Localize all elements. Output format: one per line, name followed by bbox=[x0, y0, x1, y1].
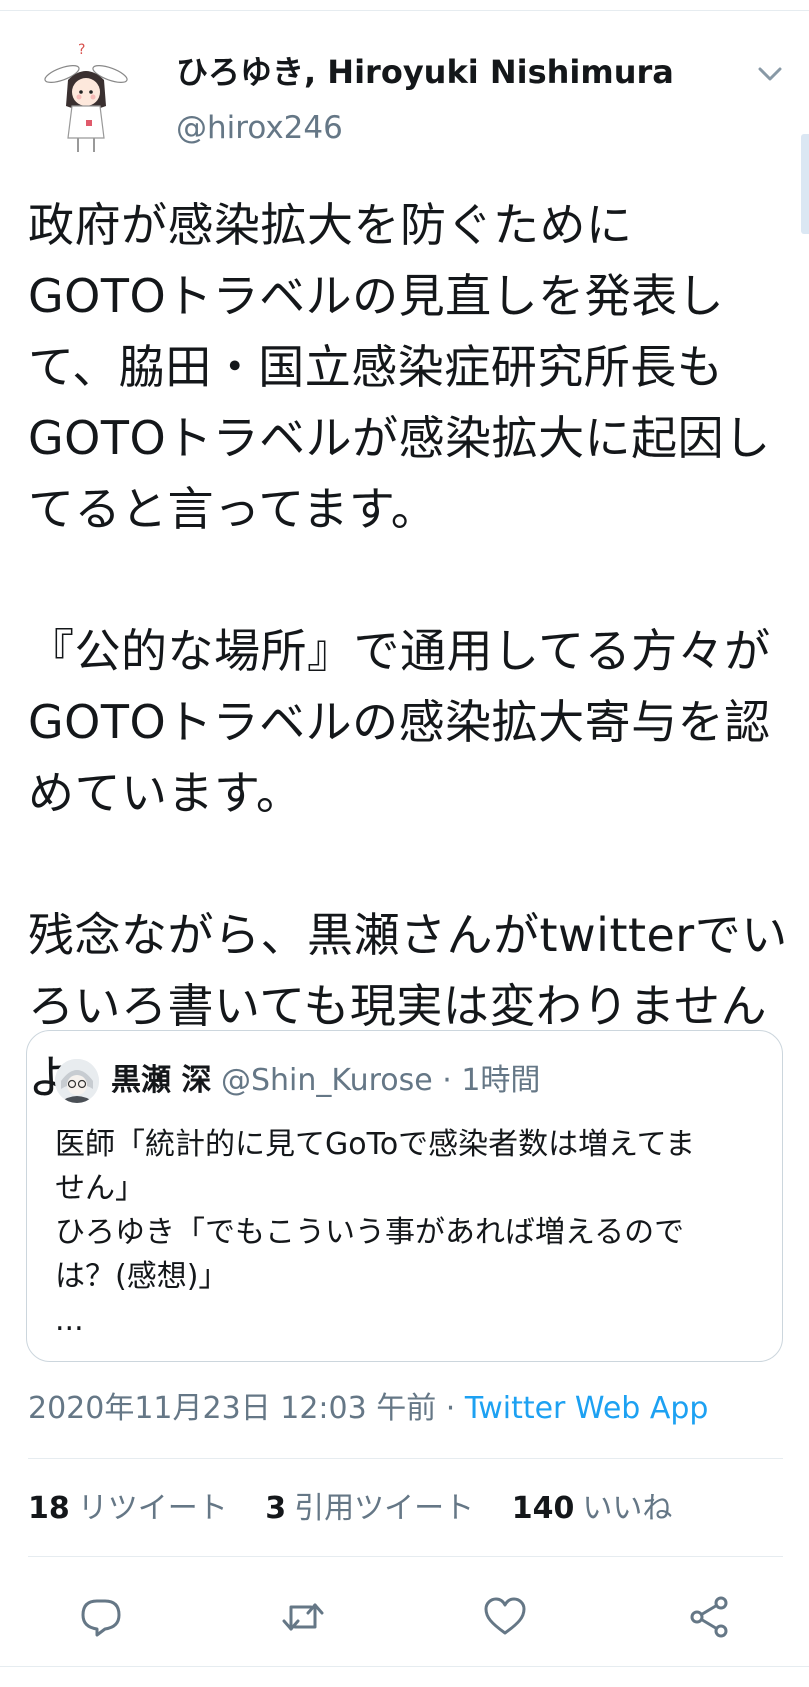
quoted-timestamp: 1時間 bbox=[461, 1063, 541, 1098]
likes-label: いいね bbox=[582, 1491, 673, 1526]
quoted-tweet-text: 医師「統計的に見てGoToで感染者数は増えてま せん」 ひろゆき「でもこういう事… bbox=[55, 1127, 696, 1338]
share-icon bbox=[690, 1596, 728, 1638]
retweet-button[interactable] bbox=[276, 1590, 330, 1644]
author-avatar[interactable]: ? bbox=[42, 40, 130, 160]
divider bbox=[28, 1556, 783, 1557]
likes-count: 140 bbox=[511, 1491, 575, 1526]
author-display-name[interactable]: ひろゆき, Hiroyuki Nishimura bbox=[176, 52, 674, 92]
retweet-icon bbox=[282, 1603, 324, 1631]
quotes-stat[interactable]: 3 引用ツイート bbox=[265, 1484, 474, 1534]
likes-stat[interactable]: 140 いいね bbox=[512, 1484, 673, 1534]
quotes-label: 引用ツイート bbox=[294, 1491, 475, 1526]
quotes-count: 3 bbox=[265, 1491, 287, 1526]
top-divider bbox=[0, 10, 809, 11]
quoted-author-avatar[interactable] bbox=[55, 1059, 99, 1103]
avatar-illustration: ? bbox=[44, 42, 128, 152]
meta-separator: · bbox=[436, 1391, 465, 1426]
quoted-tweet-header: 黒瀬 深 @Shin_Kurose · 1時間 bbox=[111, 1059, 540, 1103]
chevron-down-icon[interactable] bbox=[752, 56, 788, 92]
tweet-source-link[interactable]: Twitter Web App bbox=[465, 1391, 709, 1426]
tweet-meta: 2020年11月23日 12:03 午前 · Twitter Web App bbox=[28, 1386, 708, 1432]
share-button[interactable] bbox=[682, 1590, 736, 1644]
retweets-stat[interactable]: 18 リツイート bbox=[28, 1484, 228, 1534]
tweet-timestamp[interactable]: 2020年11月23日 12:03 午前 bbox=[28, 1391, 436, 1426]
retweets-label: リツイート bbox=[77, 1491, 228, 1526]
scrollbar[interactable] bbox=[801, 134, 809, 234]
bottom-divider bbox=[0, 1666, 809, 1667]
like-button[interactable] bbox=[478, 1590, 532, 1644]
retweets-count: 18 bbox=[28, 1491, 70, 1526]
tweet-actions bbox=[0, 1580, 809, 1650]
reply-icon bbox=[81, 1599, 121, 1637]
quoted-author-name[interactable]: 黒瀬 深 bbox=[111, 1063, 211, 1098]
tweet-stats: 18 リツイート 3 引用ツイート 140 いいね bbox=[28, 1484, 700, 1534]
quoted-tweet-card[interactable]: 黒瀬 深 @Shin_Kurose · 1時間 医師「統計的に見てGoToで感染… bbox=[26, 1030, 783, 1362]
svg-text:?: ? bbox=[78, 42, 85, 58]
quoted-separator: · bbox=[432, 1063, 462, 1098]
heart-icon bbox=[484, 1597, 526, 1635]
divider bbox=[28, 1458, 783, 1459]
quoted-author-handle[interactable]: @Shin_Kurose bbox=[221, 1063, 433, 1098]
tweet-text: 政府が感染拡大を防ぐために GOTOトラベルの見直しを発表し て、脇田・国立感染… bbox=[28, 198, 788, 1104]
reply-button[interactable] bbox=[74, 1590, 128, 1644]
author-handle[interactable]: @hirox246 bbox=[176, 108, 343, 148]
